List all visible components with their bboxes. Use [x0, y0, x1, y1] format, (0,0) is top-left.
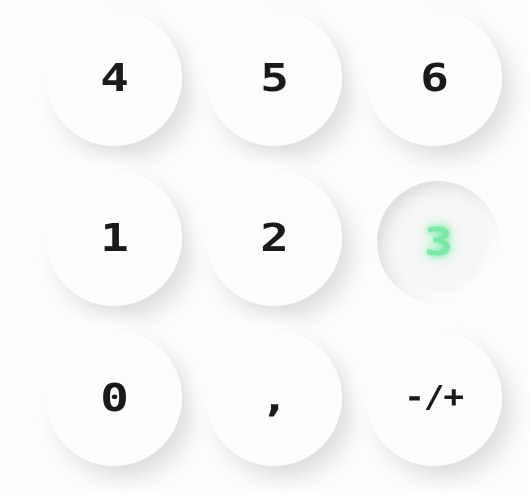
key-6[interactable]: 6 — [366, 10, 502, 146]
key-4[interactable]: 4 — [46, 10, 182, 146]
numeric-keypad: 4 5 6 1 2 3 0 , -/+ — [0, 0, 530, 494]
key-sign-toggle[interactable]: -/+ — [366, 330, 502, 466]
key-2-label: 2 — [260, 216, 289, 260]
key-5-label: 5 — [260, 56, 289, 100]
key-comma[interactable]: , — [206, 330, 342, 466]
key-0-label: 0 — [100, 376, 129, 420]
key-comma-label: , — [260, 376, 289, 420]
key-1-label: 1 — [100, 216, 129, 260]
key-1[interactable]: 1 — [46, 170, 182, 306]
key-6-label: 6 — [420, 56, 449, 100]
key-2[interactable]: 2 — [206, 170, 342, 306]
key-3-pressed[interactable]: 3 — [377, 181, 499, 303]
key-5[interactable]: 5 — [206, 10, 342, 146]
key-0[interactable]: 0 — [46, 330, 182, 466]
key-sign-toggle-label: -/+ — [404, 380, 465, 415]
key-4-label: 4 — [100, 56, 129, 100]
key-3-label: 3 — [424, 220, 453, 264]
